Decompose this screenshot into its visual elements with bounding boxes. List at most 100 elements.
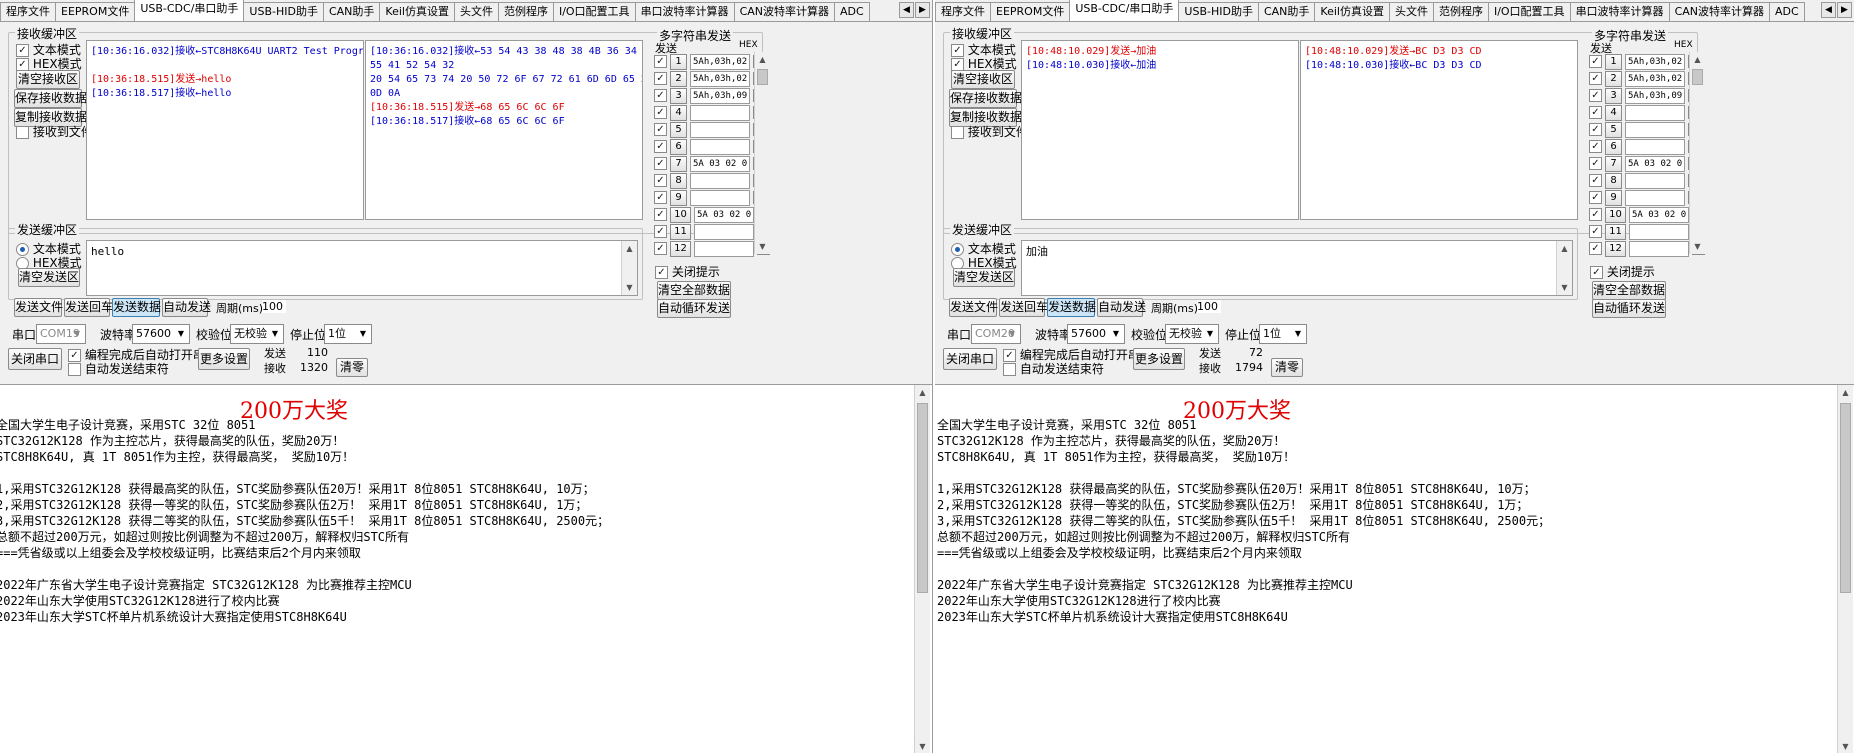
- tab-item[interactable]: I/O口配置工具: [1487, 2, 1571, 21]
- checkbox-checked-icon[interactable]: ✓: [654, 225, 667, 238]
- port-select[interactable]: COM19 ▼: [36, 324, 86, 344]
- clear-send-button[interactable]: 清空发送区: [18, 268, 80, 287]
- send-scrollbar[interactable]: ▲ ▼: [1556, 241, 1572, 295]
- clear-count-button[interactable]: 清零: [336, 358, 368, 377]
- multi-send-input[interactable]: [1625, 104, 1685, 121]
- multi-send-input[interactable]: [1625, 172, 1685, 189]
- multi-send-number-button[interactable]: 3: [670, 87, 687, 104]
- checkbox-checked-icon[interactable]: ✓: [654, 208, 667, 221]
- tab-item[interactable]: CAN助手: [322, 2, 381, 21]
- send-file-button[interactable]: 发送文件: [14, 298, 63, 317]
- checkbox-checked-icon[interactable]: ✓: [1589, 225, 1602, 238]
- clear-recv-button[interactable]: 清空接收区: [16, 70, 80, 89]
- multi-send-input[interactable]: 5Ah,03h,02: [1625, 53, 1685, 70]
- multi-send-number-button[interactable]: 9: [670, 189, 687, 206]
- scroll-thumb[interactable]: [917, 403, 928, 593]
- tab-item[interactable]: ADC: [834, 2, 870, 21]
- multi-send-input[interactable]: [690, 121, 750, 138]
- tab-item[interactable]: Keil仿真设置: [1314, 2, 1390, 21]
- tab-item[interactable]: Keil仿真设置: [379, 2, 455, 21]
- multi-send-number-button[interactable]: 10: [1605, 206, 1626, 223]
- scroll-up-icon[interactable]: ▲: [622, 241, 637, 256]
- multi-send-number-button[interactable]: 2: [670, 70, 687, 87]
- tab-item[interactable]: 程序文件: [935, 2, 991, 21]
- tab-item[interactable]: USB-HID助手: [243, 2, 324, 21]
- multi-send-number-button[interactable]: 5: [1605, 121, 1622, 138]
- tab-scroll-left-icon[interactable]: ◀: [899, 2, 914, 18]
- tab-item[interactable]: USB-CDC/串口助手: [134, 0, 245, 21]
- multi-send-input[interactable]: [694, 223, 754, 240]
- checkbox-checked-icon[interactable]: ✓: [1589, 55, 1602, 68]
- more-settings-button[interactable]: 更多设置: [198, 348, 250, 370]
- period-input[interactable]: 100: [1197, 300, 1221, 313]
- checkbox-checked-icon[interactable]: ✓: [1589, 174, 1602, 187]
- multi-send-input[interactable]: [690, 104, 750, 121]
- close-port-button[interactable]: 关闭串口: [8, 348, 62, 370]
- multi-send-input[interactable]: [1625, 138, 1685, 155]
- checkbox-checked-icon[interactable]: ✓: [1589, 208, 1602, 221]
- multi-send-number-button[interactable]: 8: [1605, 172, 1622, 189]
- tab-item[interactable]: ADC: [1769, 2, 1805, 21]
- multi-send-input[interactable]: 5Ah,03h,09: [1625, 87, 1685, 104]
- checkbox-checked-icon[interactable]: ✓: [654, 89, 667, 102]
- stop-select[interactable]: 1位 ▼: [1259, 324, 1307, 344]
- auto-send-button[interactable]: 自动发送: [162, 298, 211, 317]
- tab-item[interactable]: EEPROM文件: [990, 2, 1071, 21]
- checkbox-checked-icon[interactable]: ✓: [654, 242, 667, 255]
- scroll-down-icon[interactable]: ▼: [1690, 239, 1705, 254]
- recv-to-file-option[interactable]: 接收到文件: [16, 123, 93, 140]
- checkbox-checked-icon[interactable]: ✓: [1589, 140, 1602, 153]
- checkbox-checked-icon[interactable]: ✓: [1589, 157, 1602, 170]
- checkbox-checked-icon[interactable]: ✓: [654, 191, 667, 204]
- checkbox-checked-icon[interactable]: ✓: [1589, 72, 1602, 85]
- clear-recv-button[interactable]: 清空接收区: [951, 70, 1015, 89]
- multi-send-input[interactable]: 5A 03 02 0: [694, 206, 754, 223]
- multi-send-number-button[interactable]: 3: [1605, 87, 1622, 104]
- clear-all-button[interactable]: 清空全部数据: [657, 281, 731, 300]
- port-select[interactable]: COM20 ▼: [971, 324, 1021, 344]
- checkbox-checked-icon[interactable]: ✓: [1589, 242, 1602, 255]
- auto-loop-button[interactable]: 自动循环发送: [657, 299, 731, 318]
- close-hint-option[interactable]: ✓ 关闭提示: [655, 263, 720, 280]
- tab-item[interactable]: CAN波特率计算器: [1668, 2, 1770, 21]
- scroll-thumb[interactable]: [757, 69, 768, 85]
- multi-send-number-button[interactable]: 6: [670, 138, 687, 155]
- tab-item[interactable]: 串口波特率计算器: [634, 2, 735, 21]
- recv-hex-area[interactable]: [10:48:10.029]发送→BC D3 D3 CD [10:48:10.03…: [1300, 40, 1578, 220]
- checkbox-checked-icon[interactable]: ✓: [654, 174, 667, 187]
- multi-send-input[interactable]: [1625, 189, 1685, 206]
- multi-send-number-button[interactable]: 11: [1605, 223, 1626, 240]
- multi-send-input[interactable]: 5A 03 02 0: [690, 155, 750, 172]
- scroll-down-icon[interactable]: ▼: [622, 280, 637, 295]
- tab-item[interactable]: 串口波特率计算器: [1569, 2, 1670, 21]
- multi-send-input[interactable]: 5Ah,03h,09: [690, 87, 750, 104]
- parity-select[interactable]: 无校验 ▼: [230, 324, 284, 344]
- checkbox-checked-icon[interactable]: ✓: [654, 55, 667, 68]
- multi-send-number-button[interactable]: 11: [670, 223, 691, 240]
- save-recv-button[interactable]: 保存接收数据: [949, 89, 1022, 108]
- multi-scrollbar[interactable]: ▲ ▼: [754, 52, 770, 254]
- multi-send-input[interactable]: [1629, 240, 1689, 257]
- scroll-thumb[interactable]: [1840, 403, 1851, 593]
- auto-end-option[interactable]: 自动发送结束符: [68, 360, 169, 377]
- tab-item[interactable]: USB-HID助手: [1178, 2, 1259, 21]
- multi-send-input[interactable]: [690, 138, 750, 155]
- tab-item[interactable]: EEPROM文件: [55, 2, 136, 21]
- baud-select[interactable]: 57600 ▼: [132, 324, 190, 344]
- auto-loop-button[interactable]: 自动循环发送: [1592, 299, 1666, 318]
- clear-count-button[interactable]: 清零: [1271, 358, 1303, 377]
- tab-item[interactable]: CAN波特率计算器: [733, 2, 835, 21]
- scroll-down-icon[interactable]: ▼: [915, 739, 930, 753]
- more-settings-button[interactable]: 更多设置: [1133, 348, 1185, 370]
- baud-select[interactable]: 57600 ▼: [1067, 324, 1125, 344]
- checkbox-checked-icon[interactable]: ✓: [1589, 106, 1602, 119]
- checkbox-checked-icon[interactable]: ✓: [654, 123, 667, 136]
- tab-scroll-right-icon[interactable]: ▶: [915, 2, 930, 18]
- checkbox-checked-icon[interactable]: ✓: [1589, 191, 1602, 204]
- multi-send-input[interactable]: [690, 189, 750, 206]
- checkbox-checked-icon[interactable]: ✓: [654, 106, 667, 119]
- multi-send-number-button[interactable]: 4: [1605, 104, 1622, 121]
- tab-item[interactable]: 头文件: [1388, 2, 1434, 21]
- send-enter-button[interactable]: 发送回车: [999, 298, 1048, 317]
- checkbox-checked-icon[interactable]: ✓: [1589, 123, 1602, 136]
